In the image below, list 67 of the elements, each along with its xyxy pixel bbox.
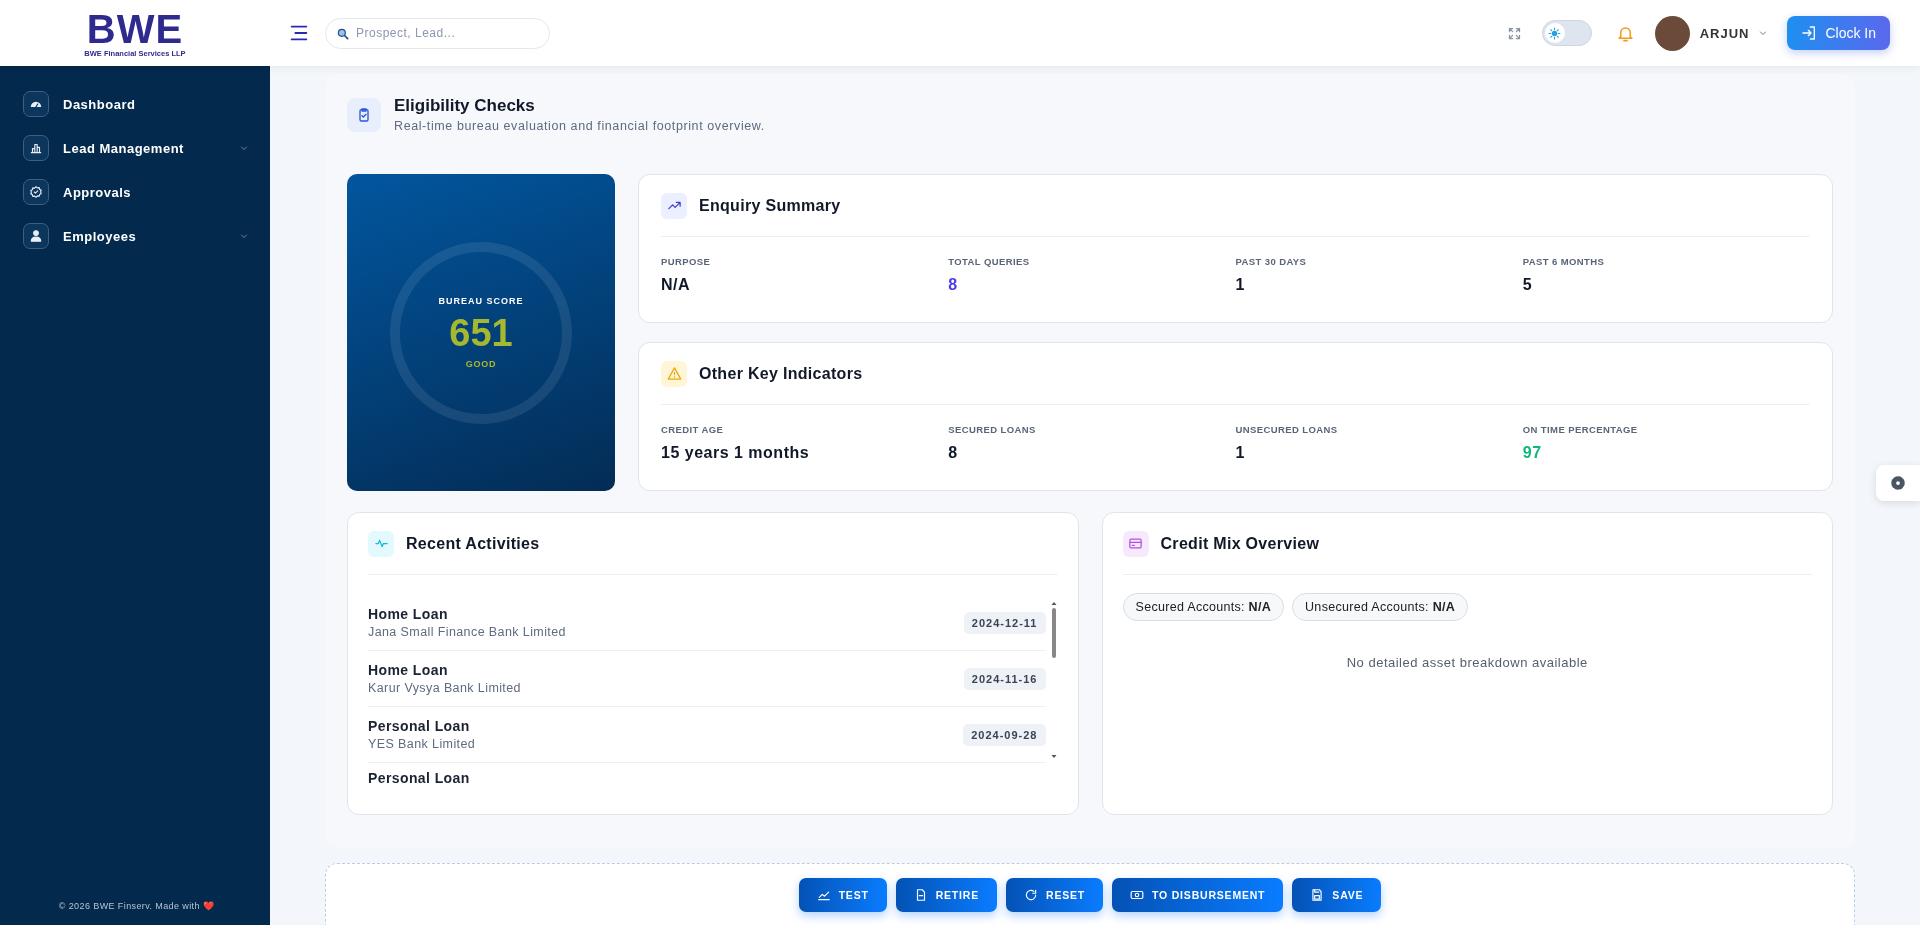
empty-message: No detailed asset breakdown available <box>1345 655 1589 670</box>
fullscreen-icon[interactable] <box>1506 25 1522 41</box>
logo-wordmark: BWE <box>86 8 184 49</box>
metric-value: 1 <box>1235 276 1246 294</box>
score-value: 651 <box>449 312 513 355</box>
metric-label: UNSECURED LOANS <box>1235 424 1339 435</box>
check-badge-icon <box>29 185 43 199</box>
search-field[interactable]: Prospect, Lead... <box>325 17 550 49</box>
page-title: Eligibility Checks <box>394 96 536 116</box>
theme-toggle[interactable] <box>1541 20 1592 46</box>
sidebar-item[interactable]: Employees <box>23 223 250 249</box>
user-name[interactable]: ARJUN <box>1699 25 1750 41</box>
card-title: Credit Mix Overview <box>1160 534 1320 553</box>
metric-label: ON TIME PERCENTAGE <box>1522 424 1639 435</box>
metric-label: TOTAL QUERIES <box>948 256 1031 267</box>
sidebar-item[interactable]: Approvals <box>23 179 250 205</box>
save-icon <box>1310 887 1325 902</box>
activity-lender: Jana Small Finance Bank Limited <box>368 625 566 639</box>
activity-title: Home Loan <box>368 662 449 678</box>
footer-text: © 2026 BWE Finserv. Made with ❤ <box>57 901 216 913</box>
date-badge: 2024-12-11 <box>963 611 1046 634</box>
score-label: BUREAU SCORE <box>438 296 524 306</box>
bar-chart-icon <box>29 141 43 155</box>
action-button[interactable]: TO DISBURSEMENT <box>1112 877 1284 912</box>
metric-label: CREDIT AGE <box>661 424 725 435</box>
score-rating: GOOD <box>465 359 497 369</box>
action-button[interactable]: RESET <box>1006 877 1103 912</box>
action-button[interactable]: SAVE <box>1292 877 1382 912</box>
card-title: Recent Activities <box>406 534 540 553</box>
sidebar-item[interactable]: Dashboard <box>23 91 250 117</box>
avatar[interactable] <box>1654 15 1690 51</box>
reset-icon <box>1024 887 1038 902</box>
date-badge: 2024-09-28 <box>963 723 1046 746</box>
metric-label: PURPOSE <box>661 256 712 267</box>
activity-lender: YES Bank Limited <box>368 737 476 751</box>
metric-label: SECURED LOANS <box>948 424 1037 435</box>
metric-value: 8 <box>948 276 959 294</box>
sun-icon <box>1548 26 1562 40</box>
warning-icon <box>666 366 682 381</box>
settings-button[interactable] <box>1876 465 1920 501</box>
account-pill: Unsecured Accounts: N/A <box>1292 593 1469 621</box>
metric-value: N/A <box>661 276 692 294</box>
page-subtitle: Real-time bureau evaluation and financial footprint overview. <box>394 119 765 133</box>
clock-in-button[interactable]: Clock In <box>1787 16 1890 50</box>
metric-value: 5 <box>1522 276 1534 294</box>
sidebar-item[interactable]: Lead Management <box>23 135 250 161</box>
metric-label: PAST 30 DAYS <box>1235 256 1308 267</box>
card-title: Enquiry Summary <box>699 196 841 215</box>
sign-in-icon <box>1801 25 1818 41</box>
account-pill: Secured Accounts: N/A <box>1122 593 1285 621</box>
action-button[interactable]: TEST <box>798 877 887 912</box>
user-icon <box>29 229 43 243</box>
metric-value: 1 <box>1235 444 1246 462</box>
activity-title: Home Loan <box>368 606 449 622</box>
action-button[interactable]: RETIRE <box>895 877 997 912</box>
activity-title: Personal Loan <box>368 718 471 734</box>
card-title: Other Key Indicators <box>699 364 863 383</box>
metric-value: 15 years 1 months <box>661 444 811 462</box>
metric-value: 8 <box>948 444 959 462</box>
date-badge: 2024-11-16 <box>963 667 1046 690</box>
metric-label: PAST 6 MONTHS <box>1522 256 1606 267</box>
credit-card-icon <box>1128 536 1143 551</box>
clipboard-check-icon <box>356 106 372 123</box>
metric-value: 97 <box>1522 444 1543 462</box>
activity-lender: Karur Vysya Bank Limited <box>368 681 521 695</box>
settings-icon <box>1889 474 1907 492</box>
activity-title: Personal Loan <box>368 770 470 786</box>
